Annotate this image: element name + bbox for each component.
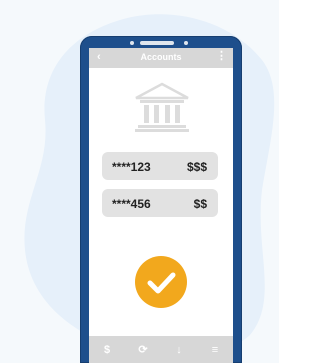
checkmark-icon	[147, 272, 176, 294]
refresh-icon[interactable]: ⟳	[133, 343, 153, 356]
menu-icon[interactable]: ≡	[205, 344, 225, 356]
dollar-icon[interactable]: $	[97, 344, 117, 356]
more-vertical-icon[interactable]: ⋮	[216, 51, 227, 62]
bank-icon	[135, 82, 189, 132]
bottom-nav: $ ⟳ ↓ ≡	[89, 336, 233, 363]
check-circle-icon	[135, 256, 187, 308]
illustration-canvas: ‹ Accounts ⋮ ****123 $$$ ****456 $$ $ ⟳ …	[0, 0, 279, 363]
phone-screen: ‹ Accounts ⋮ ****123 $$$ ****456 $$ $ ⟳ …	[89, 48, 233, 363]
camera-dot	[130, 41, 134, 45]
header-title: Accounts	[140, 52, 182, 62]
account-row[interactable]: ****123 $$$	[102, 152, 218, 180]
app-header: ‹ Accounts ⋮	[89, 48, 233, 68]
account-row[interactable]: ****456 $$	[102, 189, 218, 217]
account-number: ****456	[112, 197, 151, 211]
download-icon[interactable]: ↓	[169, 344, 189, 356]
phone-frame: ‹ Accounts ⋮ ****123 $$$ ****456 $$ $ ⟳ …	[80, 36, 242, 363]
account-number: ****123	[112, 160, 151, 174]
sensor-dot	[184, 41, 188, 45]
speaker-grille	[140, 41, 174, 45]
account-amount: $$	[193, 197, 207, 211]
account-amount: $$$	[186, 160, 207, 174]
